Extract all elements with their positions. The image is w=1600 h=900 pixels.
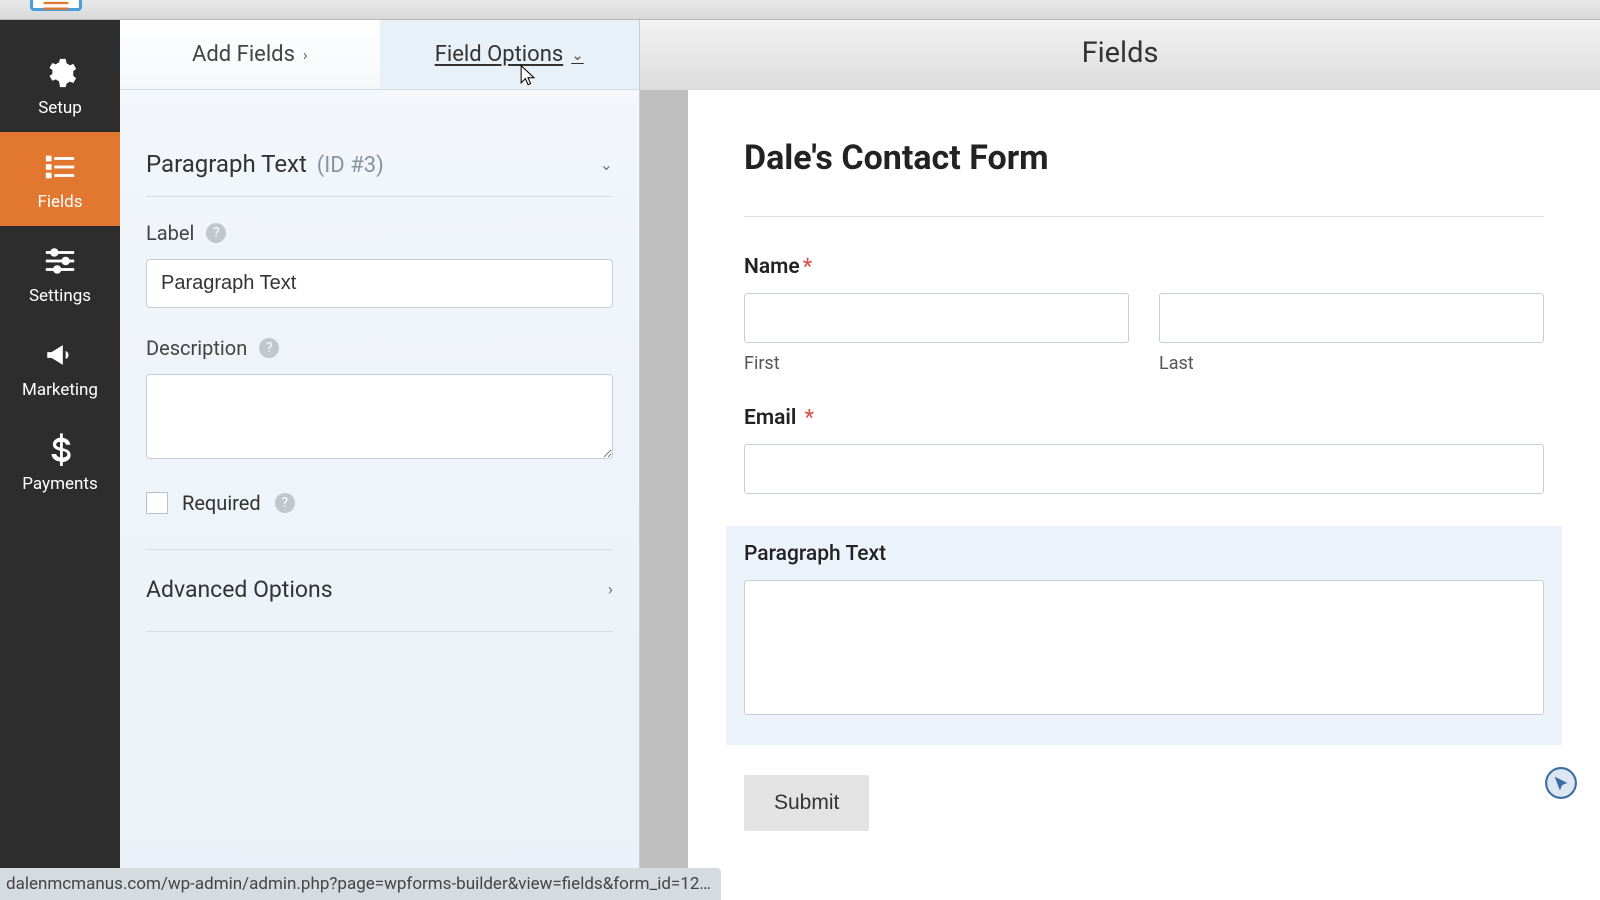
cursor-hand-icon	[1544, 766, 1578, 800]
panel-tabs: Add Fields › Field Options ⌄	[120, 20, 639, 90]
chevron-right-icon: ›	[303, 46, 308, 64]
required-label: Required	[182, 491, 261, 515]
tab-field-options[interactable]: Field Options ⌄	[380, 20, 640, 89]
email-input[interactable]	[744, 444, 1544, 494]
advanced-options[interactable]: Advanced Options ›	[146, 550, 613, 632]
field-header[interactable]: Paragraph Text (ID #3) ⌄	[146, 120, 613, 197]
nav-label: Settings	[29, 286, 91, 306]
form-preview: Dale's Contact Form Name* First Last	[688, 90, 1600, 900]
option-label-text: Label	[146, 221, 194, 245]
megaphone-icon	[4, 338, 116, 372]
form-title: Dale's Contact Form	[744, 138, 1544, 217]
help-icon[interactable]: ?	[275, 493, 295, 513]
required-checkbox[interactable]	[146, 492, 168, 514]
dollar-icon	[4, 432, 116, 466]
required-asterisk: *	[803, 255, 812, 279]
field-name[interactable]: Name* First Last	[744, 255, 1544, 374]
option-label: Label ?	[146, 221, 613, 308]
help-icon[interactable]: ?	[206, 223, 226, 243]
label-input[interactable]	[146, 259, 613, 308]
nav-fields[interactable]: Fields	[0, 132, 120, 226]
sidebar-nav: Setup Fields Settings Marketing Payments	[0, 20, 120, 900]
status-bar: dalenmcmanus.com/wp-admin/admin.php?page…	[0, 868, 721, 900]
first-name-input[interactable]	[744, 293, 1129, 343]
field-email[interactable]: Email *	[744, 406, 1544, 494]
help-icon[interactable]: ?	[259, 338, 279, 358]
nav-setup[interactable]: Setup	[0, 38, 120, 132]
preview-header: Fields	[640, 20, 1600, 90]
logo-icon	[30, 0, 82, 11]
required-asterisk: *	[799, 406, 814, 430]
chevron-down-icon: ⌄	[571, 46, 584, 64]
main-area: Setup Fields Settings Marketing Payments	[0, 20, 1600, 900]
description-input[interactable]	[146, 374, 613, 459]
option-label-text: Description	[146, 336, 247, 360]
gear-icon	[4, 56, 116, 90]
last-name-input[interactable]	[1159, 293, 1544, 343]
option-required: Required ?	[146, 491, 613, 550]
last-sublabel: Last	[1159, 353, 1544, 374]
field-id: (ID #3)	[317, 153, 384, 178]
field-label: Name*	[744, 255, 1544, 279]
nav-label: Fields	[37, 192, 82, 212]
field-paragraph-selected[interactable]: Paragraph Text	[726, 526, 1562, 745]
options-panel: Add Fields › Field Options ⌄ Paragraph T…	[120, 20, 640, 900]
window-topbar	[0, 0, 1600, 20]
nav-label: Marketing	[22, 380, 98, 400]
chevron-down-icon: ⌄	[600, 155, 613, 174]
mouse-cursor-icon	[519, 64, 537, 88]
submit-button[interactable]: Submit	[744, 775, 869, 831]
tab-label: Field Options	[435, 42, 563, 67]
preview-area: Fields Dale's Contact Form Name* First	[640, 20, 1600, 900]
field-label: Email *	[744, 406, 1544, 430]
list-icon	[4, 150, 116, 184]
nav-label: Setup	[38, 98, 82, 118]
tab-add-fields[interactable]: Add Fields ›	[120, 20, 380, 89]
field-label: Paragraph Text	[744, 542, 1544, 566]
nav-label: Payments	[22, 474, 97, 494]
field-options-body: Paragraph Text (ID #3) ⌄ Label ? Descrip…	[120, 90, 639, 632]
option-description: Description ?	[146, 336, 613, 463]
nav-marketing[interactable]: Marketing	[0, 320, 120, 414]
paragraph-textarea[interactable]	[744, 580, 1544, 715]
preview-body: Dale's Contact Form Name* First Last	[640, 90, 1600, 900]
advanced-label: Advanced Options	[146, 576, 333, 603]
field-type-name: Paragraph Text	[146, 150, 307, 178]
first-sublabel: First	[744, 353, 1129, 374]
nav-settings[interactable]: Settings	[0, 226, 120, 320]
sliders-icon	[4, 244, 116, 278]
tab-label: Add Fields	[192, 42, 295, 67]
chevron-right-icon: ›	[608, 580, 613, 600]
nav-payments[interactable]: Payments	[0, 414, 120, 508]
